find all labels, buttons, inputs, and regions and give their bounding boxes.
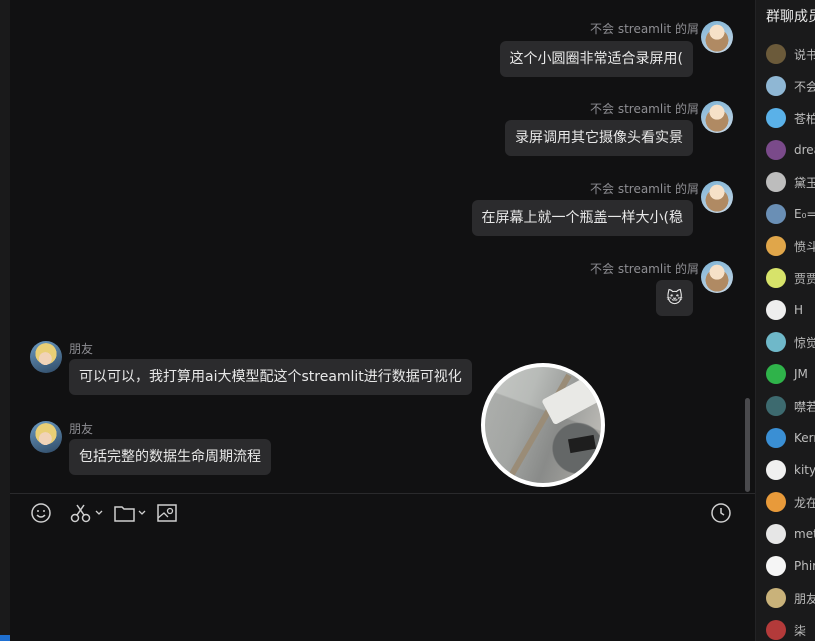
member-avatar (766, 428, 786, 448)
member-avatar (766, 268, 786, 288)
member-name: met (794, 527, 815, 541)
member-avatar (766, 204, 786, 224)
member-avatar (766, 140, 786, 160)
member-item[interactable]: H (766, 300, 803, 320)
member-item[interactable]: 苍柏 (766, 108, 815, 128)
member-name: 说书 (794, 47, 815, 62)
member-item[interactable]: 柒 (766, 620, 806, 640)
member-item[interactable]: 噤若 (766, 396, 815, 416)
message-bubble[interactable]: 录屏调用其它摄像头看实景 (505, 120, 693, 156)
member-item[interactable]: 惊觉 (766, 332, 815, 352)
message-bubble[interactable]: 在屏幕上就一个瓶盖一样大小(稳 (471, 200, 693, 236)
left-strip (0, 0, 10, 641)
member-name: JM (794, 367, 808, 381)
message-input[interactable] (10, 530, 755, 641)
message-bubble[interactable]: 可以可以，我打算用ai大模型配这个streamlit进行数据可视化 (69, 359, 472, 395)
member-name: H (794, 303, 804, 317)
member-item[interactable]: 龙在 (766, 492, 815, 512)
member-avatar (766, 332, 786, 352)
member-avatar (766, 236, 786, 256)
member-avatar (766, 588, 786, 608)
member-name: kity (794, 463, 815, 477)
member-item[interactable]: JM (766, 364, 808, 384)
member-item[interactable]: 说书 (766, 44, 815, 64)
member-avatar (766, 556, 786, 576)
member-avatar (766, 492, 786, 512)
member-item[interactable]: met (766, 524, 815, 544)
sender-name: 不会 streamlit 的屑 (590, 102, 700, 116)
sender-name: 不会 streamlit 的屑 (590, 182, 700, 196)
member-avatar (766, 396, 786, 416)
member-avatar (766, 460, 786, 480)
member-name: drea (794, 143, 815, 157)
member-name: 贾贾 (794, 271, 815, 286)
divider (10, 493, 755, 494)
avatar[interactable] (30, 421, 62, 453)
camera-preview[interactable] (481, 363, 605, 487)
member-name: Phir (794, 559, 815, 573)
smile-icon[interactable] (30, 502, 52, 524)
member-sidebar: 群聊成员 说书不会苍柏 drea 黛玉 E₀=r 愤斗贾贾 H 惊觉 JM 噤若 Kerr kity… (755, 0, 815, 641)
message-bubble[interactable]: 这个小圆圈非常适合录屏用( (499, 41, 693, 77)
emoji-bubble[interactable]: 🐱 (656, 280, 693, 316)
sender-name: 不会 streamlit 的屑 (590, 262, 700, 276)
member-avatar (766, 76, 786, 96)
sender-name: 朋友 (69, 342, 94, 356)
folder-icon[interactable] (113, 502, 149, 524)
sender-name: 不会 streamlit 的屑 (590, 22, 700, 36)
chat-window: 不会 streamlit 的屑 这个小圆圈非常适合录屏用( 不会 streaml… (0, 0, 815, 641)
sender-name: 朋友 (69, 422, 94, 436)
member-avatar (766, 620, 786, 640)
sidebar-title: 群聊成员 (766, 9, 815, 25)
member-item[interactable]: Kerr (766, 428, 815, 448)
member-name: 苍柏 (794, 111, 815, 126)
member-item[interactable]: 贾贾 (766, 268, 815, 288)
avatar[interactable] (701, 101, 733, 133)
scrollbar[interactable] (745, 398, 750, 492)
member-name: 愤斗 (794, 239, 815, 254)
member-item[interactable]: Phir (766, 556, 815, 576)
member-avatar (766, 364, 786, 384)
avatar[interactable] (701, 181, 733, 213)
image-icon[interactable] (156, 502, 178, 524)
member-avatar (766, 172, 786, 192)
accent-bar (0, 635, 10, 641)
member-avatar (766, 300, 786, 320)
member-name: 朋友 (794, 591, 815, 606)
member-avatar (766, 524, 786, 544)
scissors-icon[interactable] (69, 502, 105, 524)
member-name: 柒 (794, 623, 807, 638)
member-avatar (766, 44, 786, 64)
member-name: 龙在 (794, 495, 815, 510)
avatar[interactable] (701, 21, 733, 53)
message-bubble[interactable]: 包括完整的数据生命周期流程 (69, 439, 271, 475)
member-item[interactable]: 黛玉 (766, 172, 815, 192)
member-item[interactable]: kity (766, 460, 815, 480)
camera-feed-detail (541, 376, 599, 426)
member-name: 噤若 (794, 399, 815, 414)
avatar[interactable] (30, 341, 62, 373)
member-name: 不会 (794, 79, 815, 94)
member-item[interactable]: 愤斗 (766, 236, 815, 256)
avatar[interactable] (701, 261, 733, 293)
member-name: 黛玉 (794, 175, 815, 190)
clock-icon[interactable] (710, 502, 732, 524)
member-item[interactable]: drea (766, 140, 815, 160)
member-item[interactable]: 不会 (766, 76, 815, 96)
message-list[interactable]: 不会 streamlit 的屑 这个小圆圈非常适合录屏用( 不会 streaml… (10, 0, 755, 493)
member-item[interactable]: E₀=r (766, 204, 815, 224)
member-item[interactable]: 朋友 (766, 588, 815, 608)
member-name: Kerr (794, 431, 815, 445)
camera-feed-detail (567, 434, 597, 454)
member-name: E₀=r (794, 207, 815, 221)
member-avatar (766, 108, 786, 128)
member-name: 惊觉 (794, 335, 815, 350)
